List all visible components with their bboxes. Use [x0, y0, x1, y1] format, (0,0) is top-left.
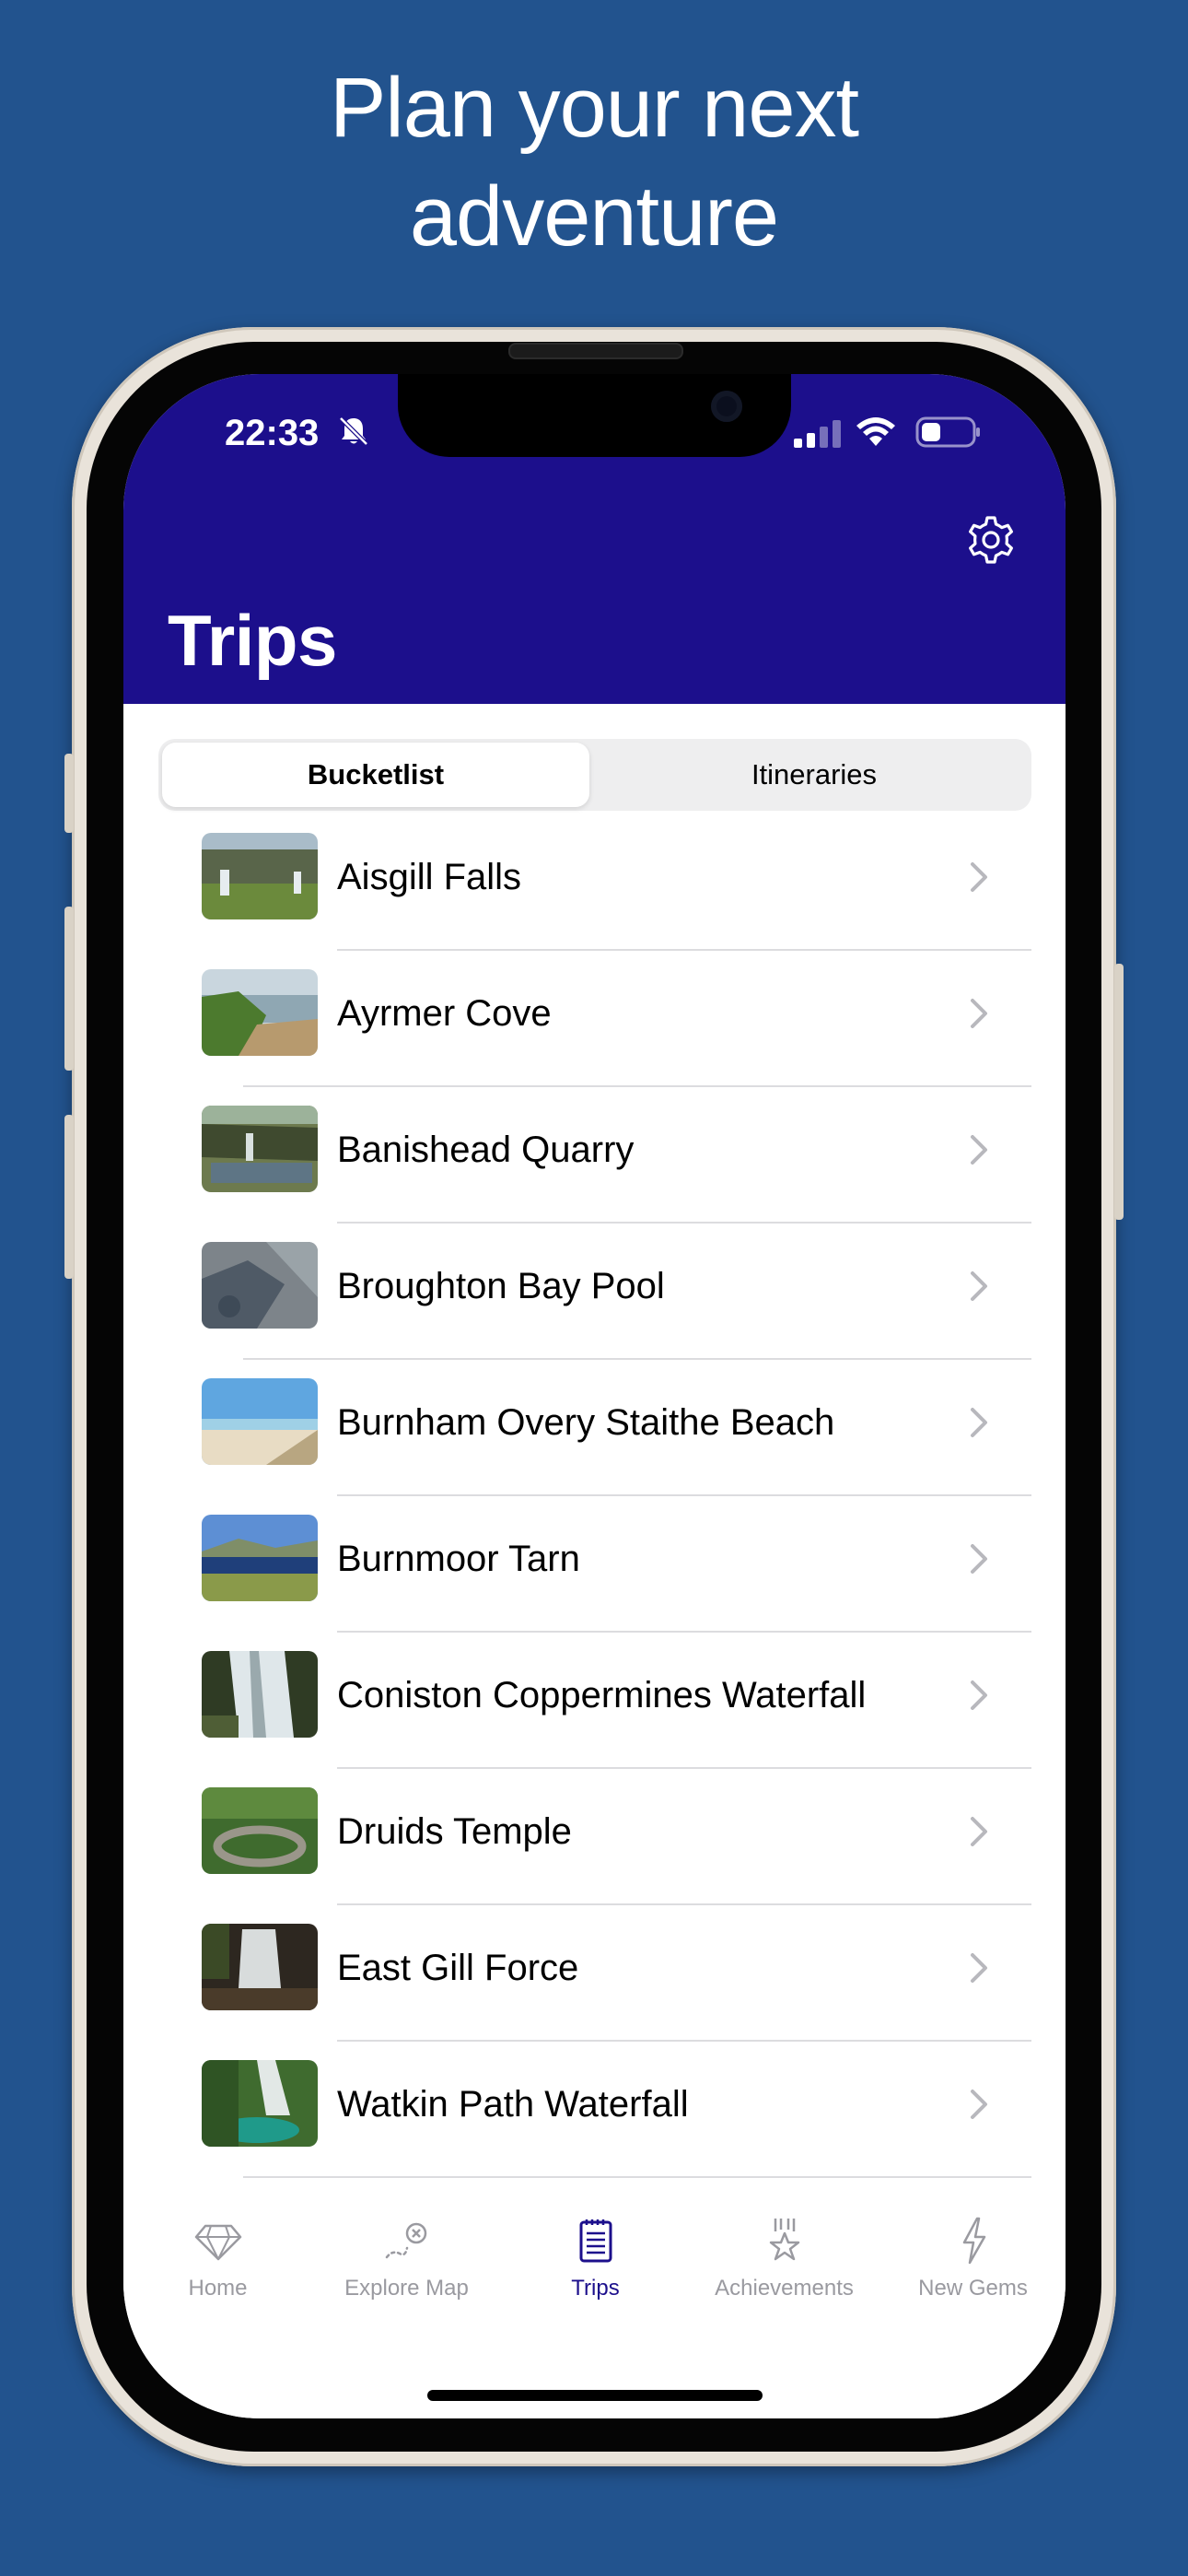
list-item[interactable]: Aisgill Falls [123, 814, 1066, 951]
ayrmer-cove-thumbnail [202, 969, 318, 1056]
tab-achievements[interactable]: Achievements [690, 2213, 879, 2301]
earpiece-speaker [508, 343, 683, 359]
aisgill-falls-thumbnail [202, 833, 318, 919]
coniston-coppermines-waterfall-thumbnail [202, 1651, 318, 1738]
list-item-label: Druids Temple [337, 1811, 572, 1852]
notepad-icon [579, 2219, 611, 2263]
page-title: Trips [168, 600, 337, 681]
burnmoor-tarn-thumbnail [202, 1515, 318, 1601]
headline: Plan your next adventure [0, 53, 1188, 271]
status-time: 22:33 [225, 413, 320, 453]
mute-switch [64, 754, 74, 833]
bucketlist: Aisgill Falls Ayrmer Cove Banishead Quar… [123, 814, 1066, 2178]
tab-new-gems[interactable]: New Gems [879, 2213, 1066, 2301]
watkin-path-waterfall-thumbnail [202, 2060, 318, 2147]
row-separator [243, 2176, 1031, 2178]
treasure-map-icon [385, 2222, 426, 2259]
list-item[interactable]: Druids Temple [123, 1769, 1066, 1905]
nav-header: 22:33 Trips [123, 374, 1066, 704]
east-gill-force-thumbnail [202, 1924, 318, 2010]
tab-trips[interactable]: Trips [501, 2213, 690, 2301]
volume-down-button [64, 1115, 74, 1279]
phone-screen: 22:33 Trips Bucketlist Itineraries Aisgi… [123, 374, 1066, 2418]
tab-explore-map[interactable]: Explore Map [312, 2213, 501, 2301]
lightning-icon [962, 2217, 985, 2265]
tab-label: New Gems [918, 2276, 1028, 2301]
tab-label: Trips [571, 2276, 620, 2301]
chevron-right-icon [971, 1544, 987, 1574]
chevron-right-icon [971, 1135, 987, 1165]
wifi-icon [856, 417, 895, 446]
list-item-label: Watkin Path Waterfall [337, 2084, 689, 2125]
chevron-right-icon [971, 1953, 987, 1983]
tab-label: Explore Map [344, 2276, 469, 2301]
gear-icon[interactable] [965, 514, 1017, 566]
segmented-control: Bucketlist Itineraries [158, 739, 1031, 811]
list-item-label: Aisgill Falls [337, 857, 522, 897]
volume-up-button [64, 907, 74, 1071]
broughton-bay-pool-thumbnail [202, 1242, 318, 1329]
tab-label: Home [188, 2276, 248, 2301]
chevron-right-icon [971, 2090, 987, 2119]
banishead-quarry-thumbnail [202, 1106, 318, 1192]
list-item-label: East Gill Force [337, 1948, 579, 1988]
burnham-overy-staithe-beach-thumbnail [202, 1378, 318, 1465]
medal-star-icon [769, 2219, 799, 2261]
gem-icon [194, 2224, 241, 2261]
headline-line-2: adventure [409, 170, 779, 263]
tab-home[interactable]: Home [123, 2213, 312, 2301]
list-item-label: Banishead Quarry [337, 1130, 635, 1170]
list-item-label: Broughton Bay Pool [337, 1266, 665, 1306]
chevron-right-icon [971, 1817, 987, 1846]
list-item[interactable]: Broughton Bay Pool [123, 1224, 1066, 1360]
home-indicator[interactable] [427, 2390, 763, 2401]
segment-itineraries[interactable]: Itineraries [600, 743, 1028, 807]
chevron-right-icon [971, 862, 987, 892]
headline-line-1: Plan your next [329, 61, 859, 155]
segment-bucketlist[interactable]: Bucketlist [162, 743, 589, 807]
list-item[interactable]: Coniston Coppermines Waterfall [123, 1633, 1066, 1769]
tab-bar: Home Explore Map Trips Achievements New … [123, 2213, 1066, 2418]
tab-label: Achievements [715, 2276, 854, 2301]
list-item-label: Coniston Coppermines Waterfall [337, 1675, 867, 1715]
list-item-label: Ayrmer Cove [337, 993, 552, 1034]
list-item[interactable]: Watkin Path Waterfall [123, 2042, 1066, 2178]
list-item-label: Burnmoor Tarn [337, 1539, 580, 1579]
chevron-right-icon [971, 1680, 987, 1710]
list-item[interactable]: Burnham Overy Staithe Beach [123, 1360, 1066, 1496]
list-item[interactable]: Burnmoor Tarn [123, 1496, 1066, 1633]
chevron-right-icon [971, 1408, 987, 1437]
chevron-right-icon [971, 999, 987, 1028]
battery-icon [915, 416, 980, 448]
list-item[interactable]: East Gill Force [123, 1905, 1066, 2042]
power-button [1114, 964, 1124, 1220]
front-camera [711, 391, 742, 422]
cellular-signal-icon [794, 420, 841, 448]
druids-temple-thumbnail [202, 1787, 318, 1874]
list-item[interactable]: Ayrmer Cove [123, 951, 1066, 1087]
notch [398, 374, 791, 457]
chevron-right-icon [971, 1271, 987, 1301]
bell-slash-icon [339, 416, 368, 446]
list-item-label: Burnham Overy Staithe Beach [337, 1402, 835, 1443]
list-item[interactable]: Banishead Quarry [123, 1087, 1066, 1224]
